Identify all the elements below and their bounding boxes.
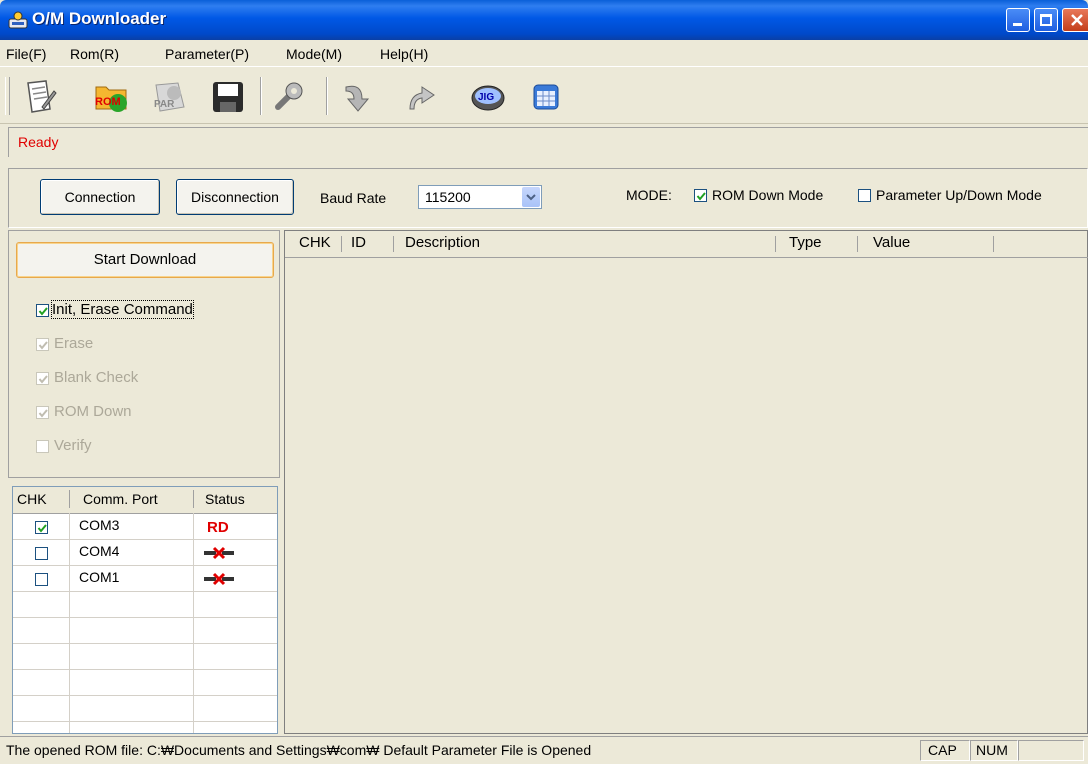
checkmark-icon xyxy=(696,192,706,201)
rom-down-label: ROM Down xyxy=(54,403,132,420)
checkmark-icon xyxy=(37,524,47,533)
port-row-checkbox[interactable] xyxy=(35,521,48,534)
open-par-icon[interactable]: PAR xyxy=(150,77,190,117)
status-bar: The opened ROM file: C:₩Documents and Se… xyxy=(0,736,1088,764)
document-edit-icon[interactable] xyxy=(20,77,60,117)
title-bar: O/M Downloader xyxy=(0,0,1088,40)
rom-down-checkbox[interactable] xyxy=(36,406,49,419)
toolbar-separator xyxy=(326,77,328,115)
erase-label: Erase xyxy=(54,335,94,352)
calendar-window-icon[interactable] xyxy=(526,77,566,117)
maximize-icon xyxy=(1040,14,1052,26)
baud-rate-value: 115200 xyxy=(425,189,471,205)
erase-checkbox[interactable] xyxy=(36,338,49,351)
status-text: Ready xyxy=(18,134,59,150)
blank-check-checkbox[interactable] xyxy=(36,372,49,385)
mode-label: MODE: xyxy=(626,187,672,203)
toolbar-grip[interactable] xyxy=(5,77,10,115)
settings-wrench-icon[interactable] xyxy=(270,77,310,117)
port-name: COM4 xyxy=(79,543,120,559)
checkmark-icon xyxy=(38,307,48,316)
extra-pane xyxy=(1018,740,1084,761)
disconnection-button[interactable]: Disconnection xyxy=(176,179,294,215)
port-name: COM1 xyxy=(79,569,120,585)
toolbar-separator xyxy=(260,77,262,115)
checkmark-icon xyxy=(38,341,48,350)
num-indicator: NUM xyxy=(976,742,1008,758)
menu-parameter[interactable]: Parameter(P) xyxy=(165,46,249,62)
rom-down-mode-label: ROM Down Mode xyxy=(712,187,824,203)
window-title: O/M Downloader xyxy=(32,9,167,28)
disconnected-plug-icon xyxy=(204,546,234,560)
parameter-list[interactable]: CHK ID Description Type Value xyxy=(284,230,1088,734)
parameter-mode-checkbox[interactable] xyxy=(858,189,871,202)
app-icon xyxy=(8,11,28,29)
blank-check-label: Blank Check xyxy=(54,369,139,386)
baud-rate-select[interactable]: 115200 xyxy=(418,185,542,209)
chevron-down-icon[interactable] xyxy=(522,187,540,207)
status-message: The opened ROM file: C:₩Documents and Se… xyxy=(6,742,592,758)
port-grid-header: CHK Comm. Port Status xyxy=(13,487,277,514)
baud-rate-label: Baud Rate xyxy=(320,190,387,206)
header-status[interactable]: Status xyxy=(205,491,245,507)
maximize-button[interactable] xyxy=(1034,8,1058,32)
menu-help[interactable]: Help(H) xyxy=(380,46,428,62)
port-row-checkbox[interactable] xyxy=(35,547,48,560)
download-arrow-icon[interactable] xyxy=(336,77,376,117)
caps-indicator: CAP xyxy=(928,742,957,758)
verify-checkbox[interactable] xyxy=(36,440,49,453)
minimize-icon xyxy=(1013,23,1022,26)
rom-badge: ROM xyxy=(95,96,121,108)
init-erase-label: Init, Erase Command xyxy=(51,300,194,319)
verify-label: Verify xyxy=(54,437,92,454)
header-id[interactable]: ID xyxy=(351,234,366,251)
start-download-button[interactable]: Start Download xyxy=(16,242,274,278)
menu-rom[interactable]: Rom(R) xyxy=(70,46,119,62)
menu-mode[interactable]: Mode(M) xyxy=(286,46,342,62)
checkmark-icon xyxy=(38,375,48,384)
close-button[interactable] xyxy=(1062,8,1088,32)
header-comm-port[interactable]: Comm. Port xyxy=(83,491,158,507)
upload-arrow-icon[interactable] xyxy=(400,77,440,117)
comm-port-grid: CHK Comm. Port Status COM3 RD COM4 COM1 xyxy=(12,486,278,734)
open-rom-icon[interactable]: ROM xyxy=(92,77,132,117)
header-chk[interactable]: CHK xyxy=(17,491,47,507)
close-icon xyxy=(1071,14,1083,26)
jig-badge: JIG xyxy=(478,92,494,103)
menu-bar: File(F) Rom(R) Parameter(P) Mode(M) Help… xyxy=(0,40,1088,67)
jig-chip-icon[interactable]: JIG xyxy=(468,77,508,117)
header-description[interactable]: Description xyxy=(405,234,480,251)
toolbar: ROM PAR JIG xyxy=(0,67,1088,124)
header-type[interactable]: Type xyxy=(789,234,822,251)
connection-button[interactable]: Connection xyxy=(40,179,160,215)
save-disk-icon[interactable] xyxy=(208,77,248,117)
par-badge: PAR xyxy=(154,99,175,110)
disconnected-plug-icon xyxy=(204,572,234,586)
list-header: CHK ID Description Type Value xyxy=(285,231,1088,258)
minimize-button[interactable] xyxy=(1006,8,1030,32)
header-value[interactable]: Value xyxy=(873,234,910,251)
port-name: COM3 xyxy=(79,517,120,533)
header-chk[interactable]: CHK xyxy=(299,234,331,251)
menu-file[interactable]: File(F) xyxy=(6,46,46,62)
rom-down-mode-checkbox[interactable] xyxy=(694,189,707,202)
status-area xyxy=(8,127,1088,157)
parameter-mode-label: Parameter Up/Down Mode xyxy=(876,187,1042,203)
port-row-checkbox[interactable] xyxy=(35,573,48,586)
port-status-ready: RD xyxy=(207,519,229,536)
init-erase-checkbox[interactable] xyxy=(36,304,49,317)
checkmark-icon xyxy=(38,409,48,418)
